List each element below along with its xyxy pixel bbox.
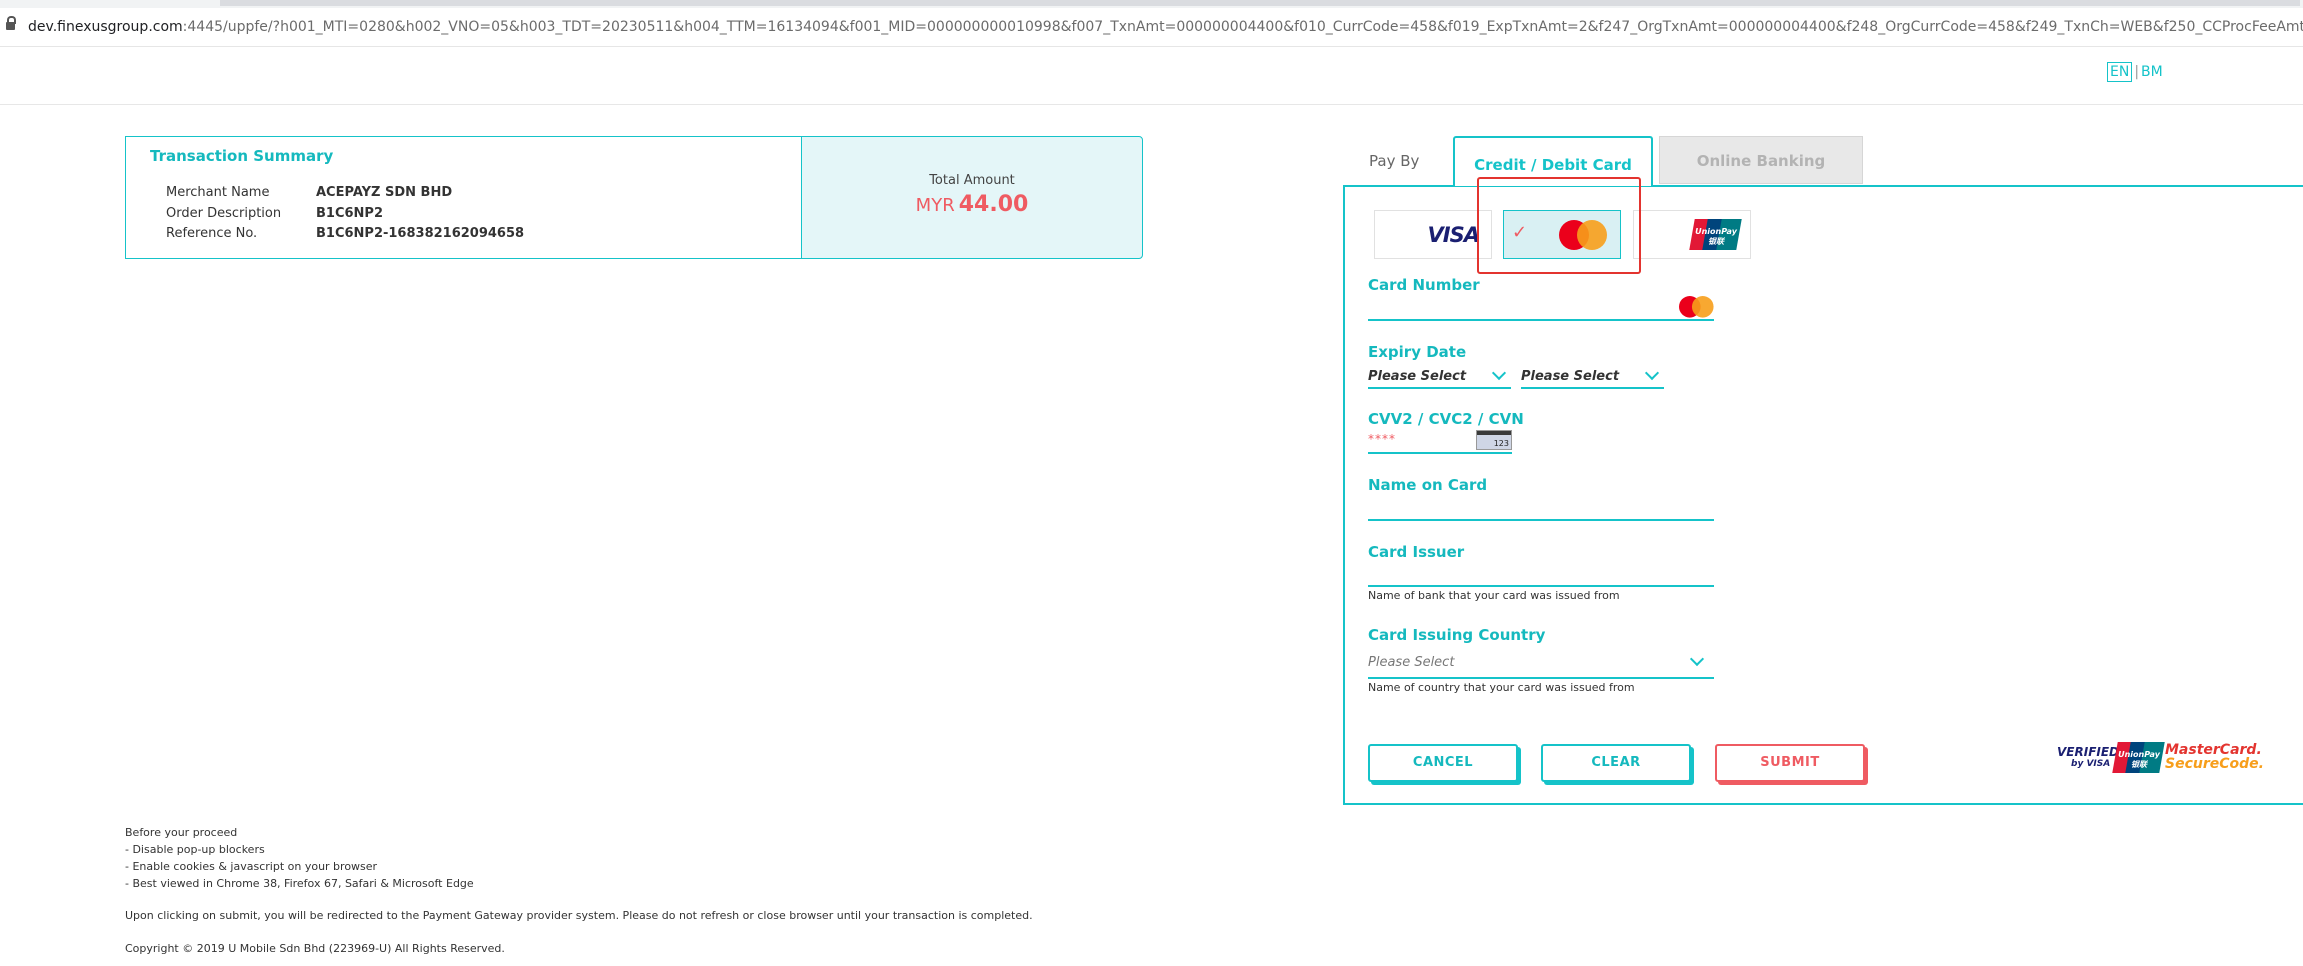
card-number-input[interactable]	[1368, 296, 1708, 318]
cvv-card-icon: 123	[1476, 430, 1512, 450]
currency-code: MYR	[915, 195, 955, 216]
footer-note-item: - Enable cookies & javascript on your br…	[125, 860, 378, 873]
footer-note-item: - Disable pop-up blockers	[125, 843, 265, 856]
total-amount-label: Total Amount	[929, 173, 1015, 188]
summary-value: B1C6NP2	[316, 206, 383, 221]
mc-securecode-bottom: SecureCode.	[2165, 756, 2264, 772]
footer-note-item: - Best viewed in Chrome 38, Firefox 67, …	[125, 877, 474, 890]
unionpay-logo-icon: UnionPay 银联	[1689, 219, 1742, 250]
amount: 44.00	[958, 192, 1029, 217]
transaction-summary: Transaction Summary Merchant Name ACEPAYZ…	[125, 136, 801, 259]
lang-separator: |	[2134, 64, 2140, 80]
footer-redirect-notice: Upon clicking on submit, you will be red…	[125, 909, 1033, 922]
url-text: dev.finexusgroup.com:4445/uppfe/?h001_MT…	[28, 8, 2303, 46]
card-issuer-label: Card Issuer	[1368, 543, 1465, 561]
expiry-year-underline	[1521, 387, 1664, 389]
vbv-text: VERIFIED	[2057, 745, 2120, 759]
summary-value: ACEPAYZ SDN BHD	[316, 185, 453, 200]
card-number-underline	[1368, 319, 1714, 321]
submit-button[interactable]: SUBMIT	[1715, 744, 1865, 782]
mastercard-securecode-logo-icon: MasterCard. SecureCode.	[2165, 743, 2264, 771]
card-issuing-country-label: Card Issuing Country	[1368, 626, 1546, 644]
summary-label: Merchant Name	[166, 185, 270, 200]
visa-logo-icon: VISA	[1427, 223, 1480, 247]
brand-unionpay-button[interactable]: UnionPay 银联	[1633, 210, 1751, 259]
cvv-icon-text: 123	[1493, 439, 1509, 448]
pay-by-label: Pay By	[1369, 152, 1420, 170]
lang-bm-button[interactable]: BM	[2141, 64, 2163, 80]
summary-row-order: Order Description B1C6NP2	[166, 206, 383, 221]
name-on-card-underline	[1368, 519, 1714, 521]
cvv-label: CVV2 / CVC2 / CVN	[1368, 410, 1524, 428]
unionpay-badge-mark: UnionPay 银联	[2112, 742, 2165, 773]
clear-button[interactable]: CLEAR	[1541, 744, 1691, 782]
card-issuer-hint: Name of bank that your card was issued f…	[1368, 589, 1620, 602]
card-issuing-country-underline	[1368, 677, 1714, 679]
summary-label: Order Description	[166, 206, 282, 221]
total-amount-box: Total Amount MYR 44.00	[801, 136, 1143, 259]
summary-row-reference: Reference No. B1C6NP2-168382162094658	[166, 226, 524, 241]
cvv-underline	[1368, 452, 1512, 454]
name-on-card-input[interactable]	[1368, 498, 1708, 518]
card-number-label: Card Number	[1368, 276, 1480, 294]
lang-en-button[interactable]: EN	[2107, 62, 2133, 82]
card-issuing-country-select[interactable]: Please Select	[1368, 655, 1454, 670]
footer-note-heading: Before your proceed	[125, 826, 238, 839]
summary-title: Transaction Summary	[150, 147, 334, 165]
verified-by-visa-logo-icon: VERIFIED by VISA	[2057, 746, 2119, 770]
selection-highlight-box	[1477, 177, 1641, 274]
card-issuing-country-hint: Name of country that your card was issue…	[1368, 681, 1635, 694]
name-on-card-label: Name on Card	[1368, 476, 1488, 494]
card-payment-panel	[1343, 185, 2303, 805]
expiry-month-select[interactable]: Please Select	[1368, 369, 1466, 384]
brand-visa-button[interactable]: VISA	[1374, 210, 1492, 259]
card-issuer-underline	[1368, 585, 1714, 587]
address-bar[interactable]: dev.finexusgroup.com:4445/uppfe/?h001_MT…	[0, 8, 2303, 47]
header-divider	[0, 104, 2303, 105]
total-amount-value: MYR 44.00	[802, 192, 1142, 217]
url-host: dev.finexusgroup.com	[28, 19, 183, 35]
summary-value: B1C6NP2-168382162094658	[316, 226, 525, 241]
summary-label: Reference No.	[166, 226, 258, 241]
expiry-month-underline	[1368, 387, 1511, 389]
url-path: :4445/uppfe/?h001_MTI=0280&h002_VNO=05&h…	[182, 19, 2303, 35]
cvv-input[interactable]: ****	[1368, 432, 1396, 446]
footer-copyright: Copyright © 2019 U Mobile Sdn Bhd (22396…	[125, 942, 505, 955]
unionpay-badge-icon: UnionPay 银联	[2112, 742, 2165, 774]
language-switch: EN | BM	[2107, 62, 2163, 82]
lock-icon	[6, 16, 16, 30]
vbv-subtext: by VISA	[2071, 759, 2111, 769]
mc-securecode-top: MasterCard.	[2165, 742, 2262, 758]
expiry-year-select[interactable]: Please Select	[1521, 369, 1619, 384]
security-badges: VERIFIED by VISA UnionPay 银联 MasterCard. S…	[2057, 742, 2264, 776]
summary-row-merchant: Merchant Name ACEPAYZ SDN BHD	[166, 185, 452, 200]
browser-tab-strip	[0, 0, 2303, 8]
expiry-date-label: Expiry Date	[1368, 343, 1467, 361]
card-issuer-input[interactable]	[1368, 565, 1708, 585]
cancel-button[interactable]: CANCEL	[1368, 744, 1518, 782]
card-number-mastercard-icon	[1679, 296, 1714, 318]
tab-online-banking[interactable]: Online Banking	[1659, 136, 1863, 184]
browser-tab[interactable]	[220, 0, 2300, 6]
